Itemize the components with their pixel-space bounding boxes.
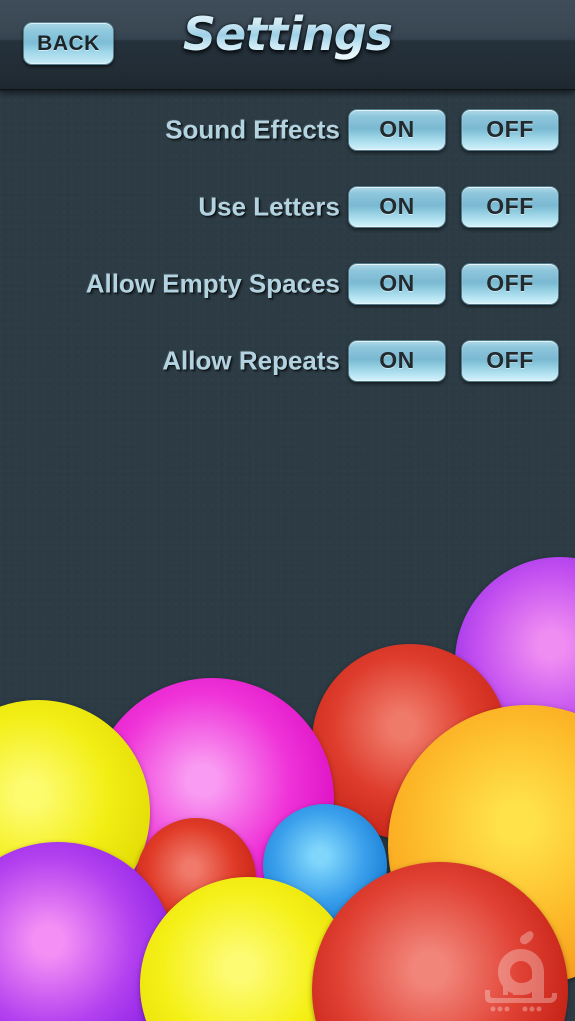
sibapp-watermark-icon — [485, 931, 557, 1012]
toggle-off-button[interactable]: OFF — [461, 262, 559, 305]
toggle-off-label: OFF — [486, 347, 534, 373]
ball-yellow-bottom — [140, 877, 356, 1021]
ball-red-small-left — [136, 818, 256, 938]
ball-violet-bottom-left — [0, 842, 176, 1021]
toggle-on-button[interactable]: ON — [348, 339, 446, 382]
toggle-on-label: ON — [379, 193, 415, 219]
settings-row-label: Use Letters — [198, 191, 340, 221]
ball-red-bottom-right — [312, 862, 568, 1021]
ball-blue — [263, 804, 387, 928]
toggle-off-label: OFF — [486, 193, 534, 219]
header-bar: BACK Settings — [0, 0, 575, 91]
settings-row-label: Sound Effects — [165, 114, 340, 144]
app-screen: BACK Settings Sound EffectsONOFFUse Lett… — [0, 0, 575, 1021]
toggle-off-button[interactable]: OFF — [461, 339, 559, 382]
toggle-on-button[interactable]: ON — [348, 262, 446, 305]
toggle-off-button[interactable]: OFF — [461, 108, 559, 151]
ball-yellow-far-left — [0, 700, 150, 924]
ball-red-center — [312, 644, 508, 840]
settings-row: Allow Repeats ON OFF — [0, 322, 575, 399]
settings-row-label: Allow Repeats — [162, 345, 340, 375]
toggle-on-button[interactable]: ON — [348, 108, 446, 151]
ball-purple-top-right — [455, 557, 575, 767]
settings-row-label: Allow Empty Spaces — [85, 268, 340, 298]
toggle-on-label: ON — [379, 270, 415, 296]
toggle-on-label: ON — [379, 116, 415, 142]
toggle-on-label: ON — [379, 347, 415, 373]
toggle-off-button[interactable]: OFF — [461, 185, 559, 228]
ball-magenta-left — [90, 678, 334, 922]
toggle-off-label: OFF — [486, 116, 534, 142]
settings-list: Sound Effects ON OFF Use Letters ON OFF Allow … — [0, 91, 575, 399]
settings-row: Sound Effects ON OFF — [0, 91, 575, 168]
page-title: Settings — [0, 7, 575, 61]
toggle-on-button[interactable]: ON — [348, 185, 446, 228]
settings-row: Allow Empty Spaces ON OFF — [0, 245, 575, 322]
settings-row: Use Letters ON OFF — [0, 168, 575, 245]
ball-orange-right — [388, 705, 575, 985]
toggle-off-label: OFF — [486, 270, 534, 296]
